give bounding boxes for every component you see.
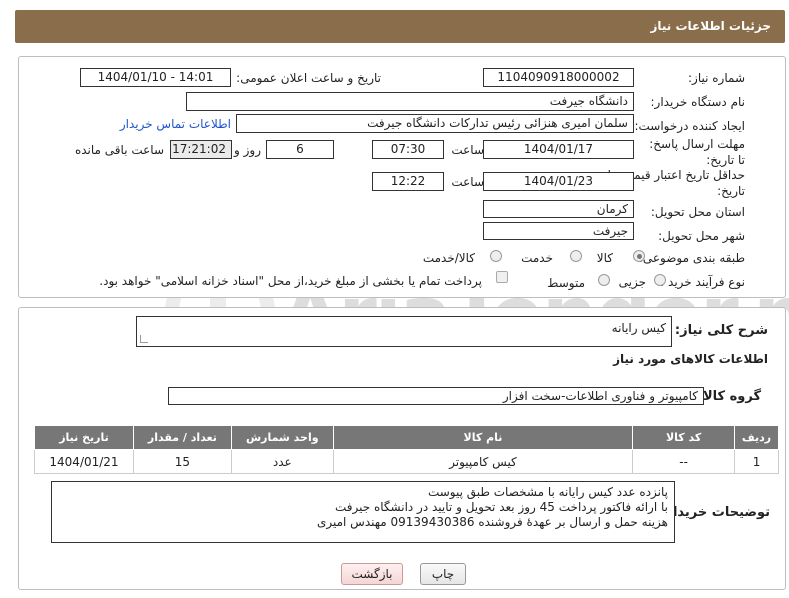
deadline-label: مهلت ارسال پاسخ: تا تاریخ: — [649, 137, 745, 167]
resize-handle-icon[interactable] — [140, 335, 148, 343]
process-medium-radio[interactable] — [598, 274, 610, 286]
cell-quantity: 15 — [132, 449, 232, 474]
process-label: نوع فرآیند خرید : — [660, 275, 745, 289]
col-code: کد کالا — [632, 425, 736, 450]
category-goods-radio[interactable] — [633, 250, 645, 262]
summary-value: کیس رایانه — [611, 321, 666, 335]
process-minor-label: جزیی — [618, 275, 646, 289]
page-header: جزئیات اطلاعات نیاز — [15, 10, 785, 43]
cell-unit: عدد — [230, 449, 334, 474]
items-table-wrap: ردیف کد کالا نام کالا واحد شمارش تعداد /… — [34, 425, 779, 474]
notes-label: توضیحات خریدار: — [660, 505, 770, 520]
print-button[interactable]: چاپ — [420, 563, 466, 585]
cell-need-date: 1404/01/21 — [34, 449, 134, 474]
days-label: روز و — [234, 143, 261, 157]
col-row: ردیف — [734, 425, 779, 450]
days-remaining-field: 6 — [266, 140, 334, 159]
cell-row: 1 — [734, 449, 779, 474]
category-goods-service-label: کالا/خدمت — [422, 251, 475, 265]
announce-date-field: 1404/01/10 - 14:01 — [80, 68, 231, 87]
back-button[interactable]: بازگشت — [341, 563, 403, 585]
col-name: نام کالا — [332, 425, 634, 450]
creator-field: سلمان امیری هنزائی رئیس تدارکات دانشگاه … — [236, 114, 634, 133]
remaining-time-label: ساعت باقی مانده — [74, 143, 164, 157]
buyer-org-label: نام دستگاه خریدار: — [650, 95, 746, 109]
col-need-date: تاریخ نیاز — [34, 425, 134, 450]
need-number-field: 1104090918000002 — [483, 68, 634, 87]
province-field: کرمان — [483, 200, 634, 218]
province-label: استان محل تحویل: — [650, 205, 745, 219]
col-unit: واحد شمارش — [230, 425, 334, 450]
remaining-time-field: 17:21:02 — [170, 140, 232, 159]
announce-date-label: تاریخ و ساعت اعلان عمومی: — [236, 71, 381, 85]
validity-date-field: 1404/01/23 — [483, 172, 634, 191]
category-goods-label: کالا — [596, 251, 613, 265]
goods-info-title: اطلاعات کالاهای مورد نیاز — [613, 352, 768, 366]
goods-group-label: گروه کالا: — [697, 389, 761, 404]
city-label: شهر محل تحویل: — [658, 229, 745, 243]
notes-line: با ارائه فاکتور پرداخت 45 روز بعد تحویل … — [334, 500, 668, 514]
summary-field: کیس رایانه — [136, 316, 672, 347]
category-service-radio[interactable] — [570, 250, 582, 262]
deadline-date-field: 1404/01/17 — [483, 140, 634, 159]
notes-line: پانزده عدد کیس رایانه با مشخصات طبق پیوس… — [427, 485, 668, 499]
validity-time-label: ساعت — [451, 175, 484, 189]
buyer-contact-link[interactable]: اطلاعات تماس خریدار — [120, 117, 231, 131]
items-header-row: ردیف کد کالا نام کالا واحد شمارش تعداد /… — [34, 425, 779, 450]
category-goods-service-radio[interactable] — [490, 250, 502, 262]
category-service-label: خدمت — [521, 251, 553, 265]
category-label: طبقه بندی موضوعی: — [638, 251, 745, 265]
notes-field: پانزده عدد کیس رایانه با مشخصات طبق پیوس… — [51, 481, 675, 543]
city-field: جیرفت — [483, 222, 634, 240]
table-row[interactable]: 1 -- کیس کامپیوتر عدد 15 1404/01/21 — [34, 449, 779, 474]
cell-name: کیس کامپیوتر — [332, 449, 634, 474]
items-table: ردیف کد کالا نام کالا واحد شمارش تعداد /… — [34, 425, 779, 474]
treasury-bond-note: پرداخت تمام یا بخشی از مبلغ خرید،از محل … — [99, 274, 482, 288]
need-number-label: شماره نیاز: — [688, 71, 745, 85]
page-title: جزئیات اطلاعات نیاز — [650, 19, 771, 33]
notes-line: هزینه حمل و ارسال بر عهدهٔ فروشنده 09139… — [316, 515, 668, 529]
process-medium-label: متوسط — [547, 276, 585, 290]
summary-label: شرح کلی نیاز: — [674, 323, 768, 338]
deadline-time-label: ساعت — [451, 143, 484, 157]
validity-time-field: 12:22 — [372, 172, 444, 191]
process-minor-radio[interactable] — [654, 274, 666, 286]
goods-group-field: کامپیوتر و فناوری اطلاعات-سخت افزار — [168, 387, 704, 405]
buyer-org-field: دانشگاه جیرفت — [186, 92, 634, 111]
col-quantity: تعداد / مقدار — [132, 425, 232, 450]
treasury-bond-checkbox[interactable] — [496, 271, 508, 283]
cell-code: -- — [632, 449, 736, 474]
creator-label: ایجاد کننده درخواست: — [634, 119, 745, 133]
deadline-time-field: 07:30 — [372, 140, 444, 159]
